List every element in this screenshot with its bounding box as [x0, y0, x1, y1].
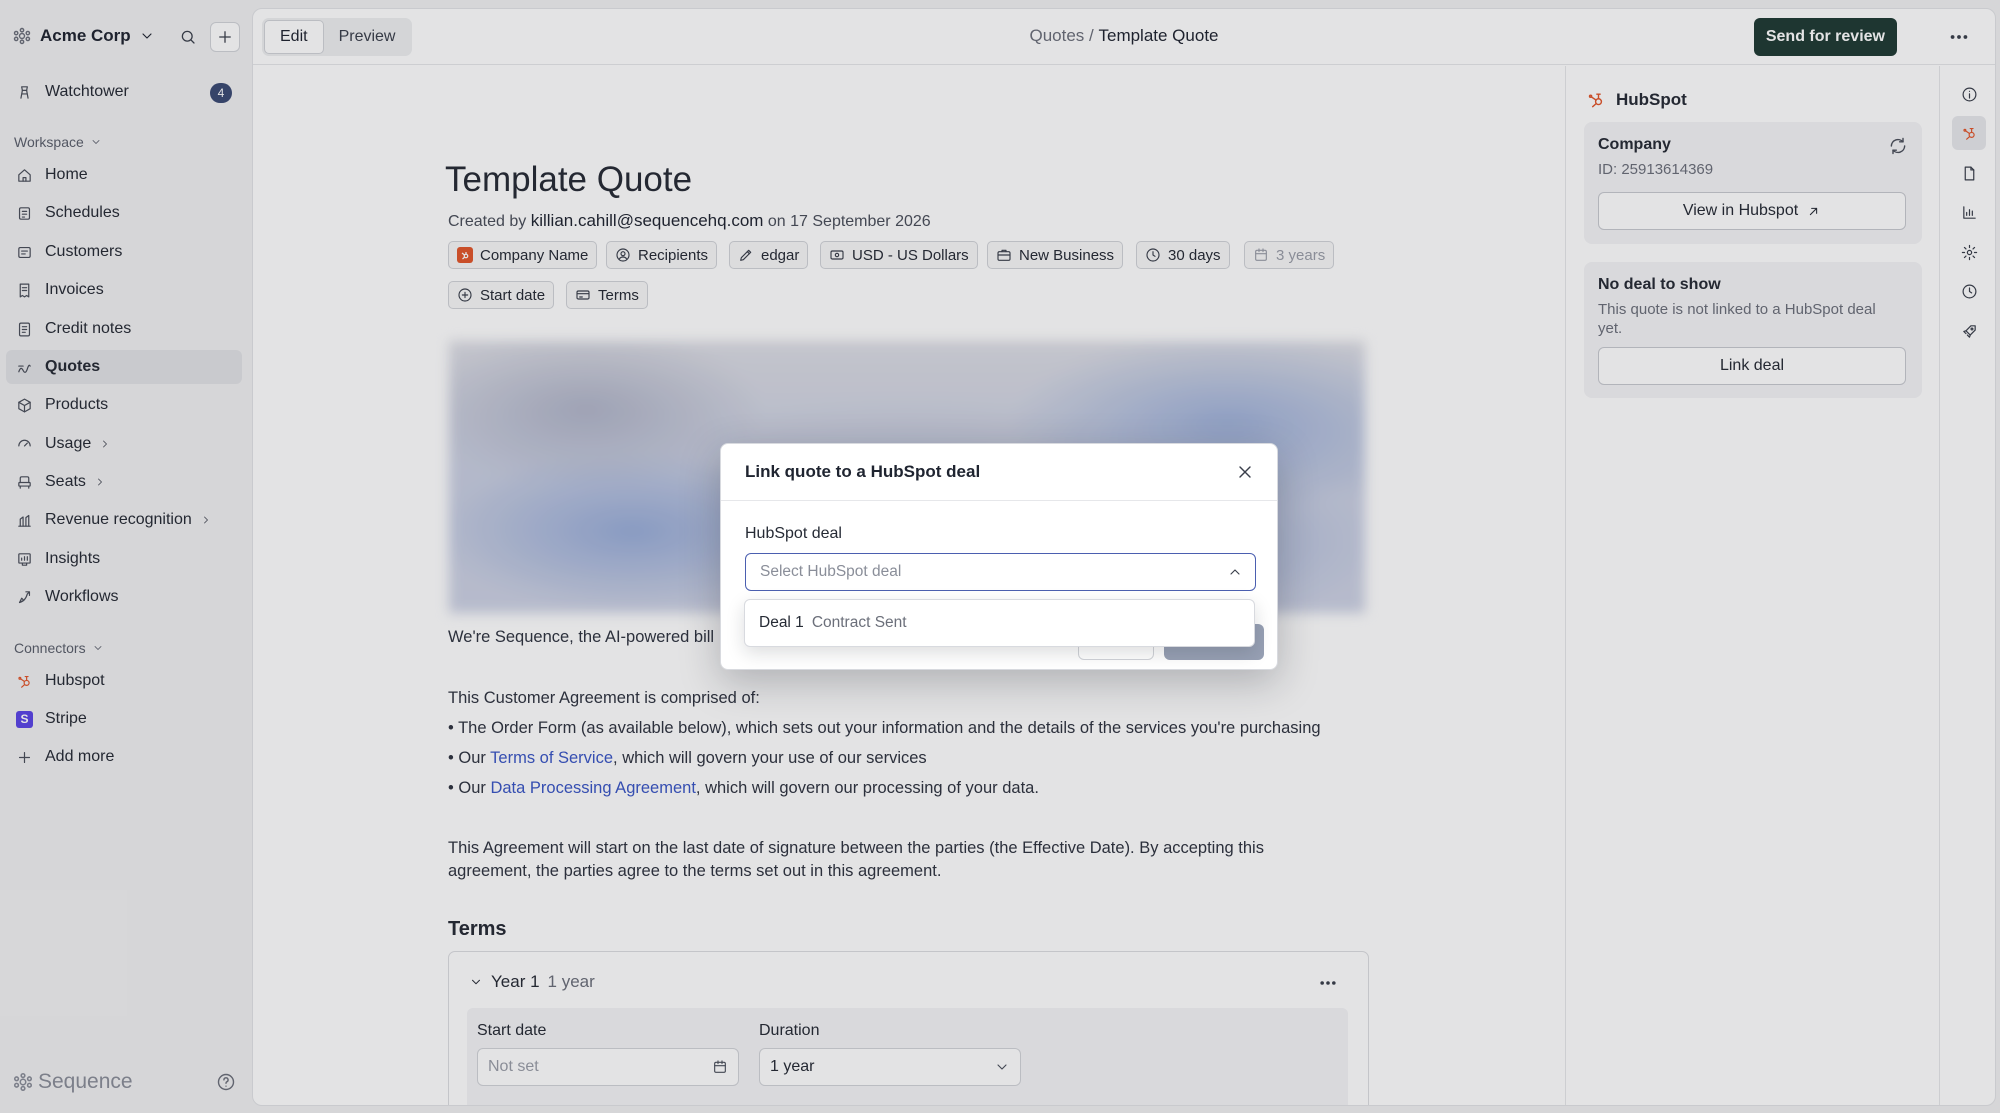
- modal-divider: [721, 500, 1277, 501]
- deal-option-list: Deal 1 Contract Sent: [744, 599, 1255, 647]
- deal-option-status[interactable]: Contract Sent: [812, 614, 907, 632]
- close-icon[interactable]: [1235, 462, 1255, 482]
- chevron-up-icon: [1230, 569, 1240, 575]
- hubspot-deal-select[interactable]: Select HubSpot deal: [745, 553, 1256, 591]
- select-placeholder: Select HubSpot deal: [760, 563, 902, 580]
- deal-option-name[interactable]: Deal 1: [759, 614, 804, 632]
- modal-title: Link quote to a HubSpot deal: [745, 462, 981, 481]
- hubspot-deal-label: HubSpot deal: [745, 525, 842, 542]
